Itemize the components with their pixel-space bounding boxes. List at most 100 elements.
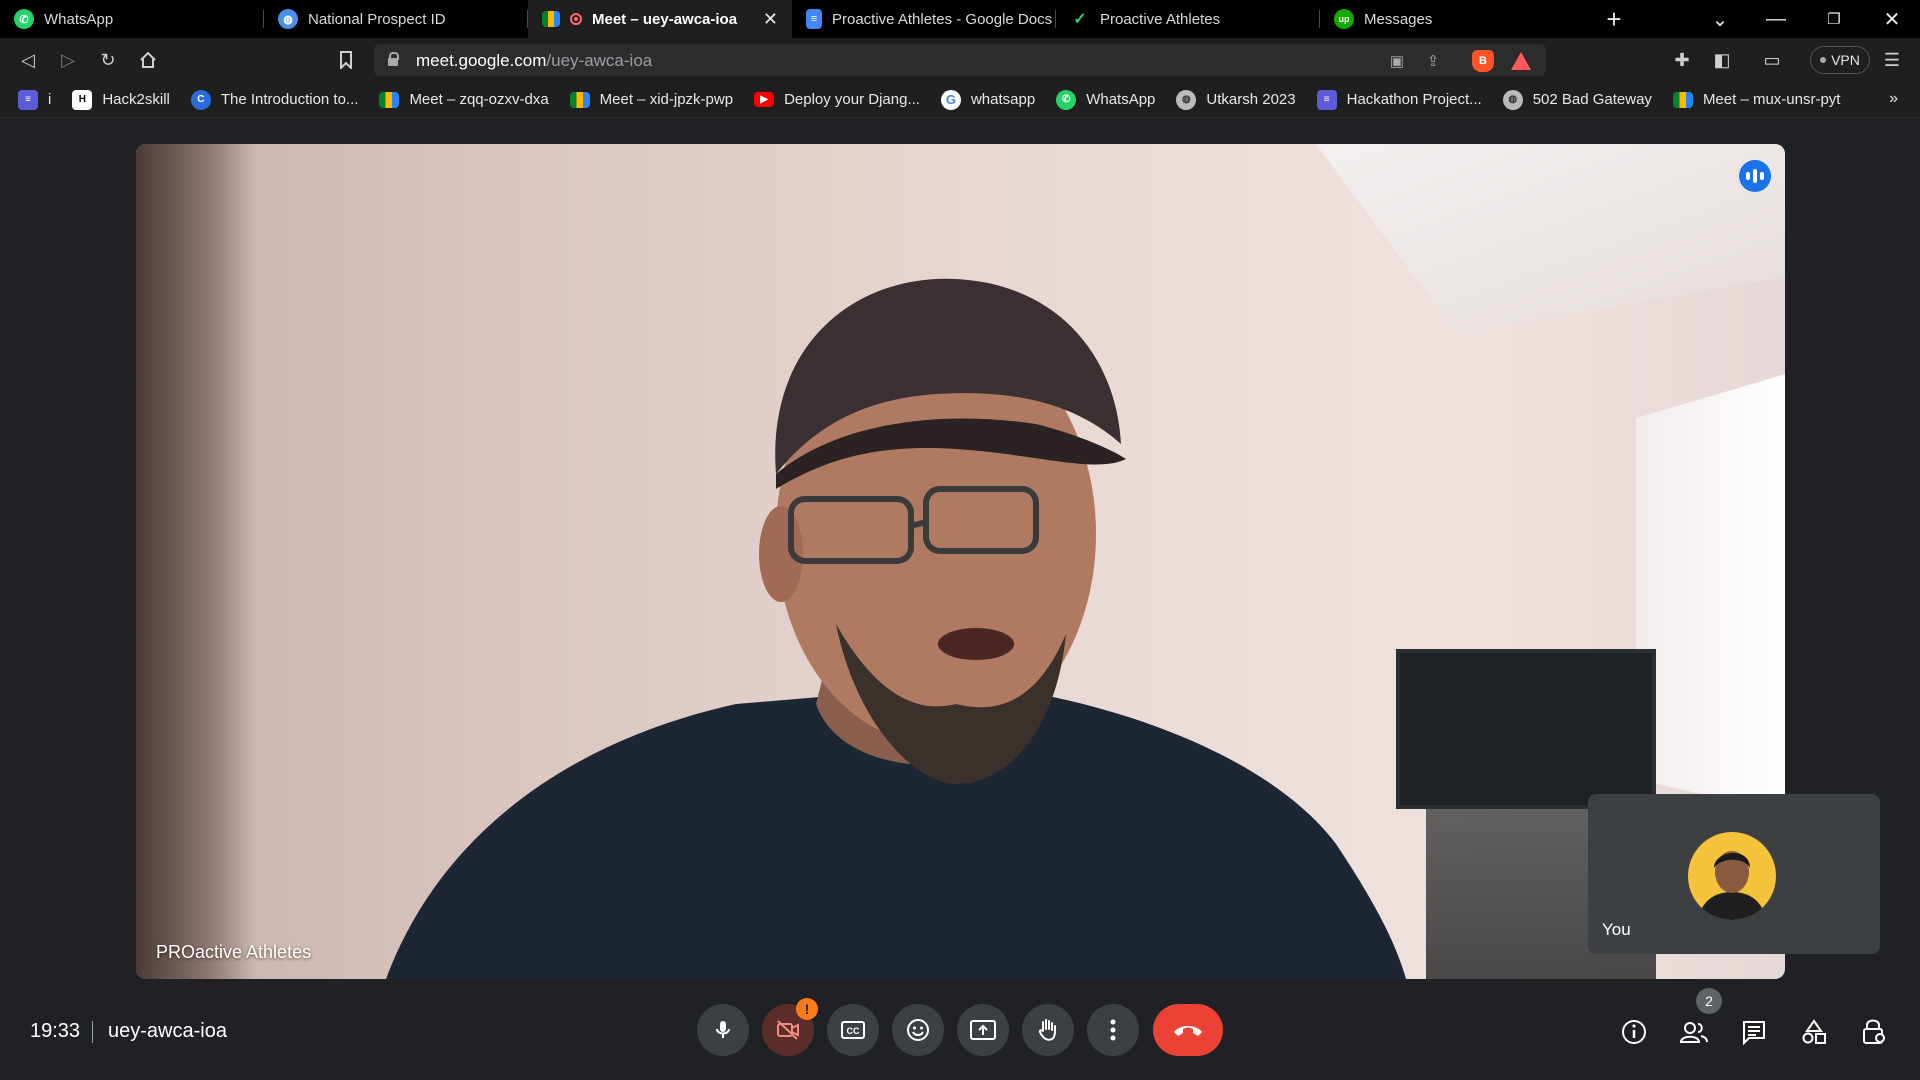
speaker-video-tile[interactable]: PROactive Athletes bbox=[136, 144, 1785, 979]
globe-icon: ◍ bbox=[1502, 89, 1523, 110]
bookmark-item[interactable]: Gwhatsapp bbox=[940, 89, 1035, 110]
tab-whatsapp[interactable]: ✆ WhatsApp bbox=[0, 0, 264, 38]
avatar bbox=[1688, 832, 1776, 920]
minimize-icon: — bbox=[1766, 7, 1786, 30]
tab-national-prospect-id[interactable]: ◍ National Prospect ID bbox=[264, 0, 528, 38]
tab-title: Proactive Athletes - Google Docs bbox=[832, 10, 1053, 28]
end-call-icon bbox=[1174, 1026, 1202, 1036]
microphone-button[interactable] bbox=[697, 1004, 749, 1056]
share-icon[interactable]: ⇪ bbox=[1422, 50, 1444, 72]
present-icon bbox=[970, 1020, 996, 1040]
bookmark-button[interactable] bbox=[332, 46, 360, 74]
vpn-status-icon bbox=[1820, 57, 1827, 63]
emoji-icon bbox=[907, 1019, 929, 1041]
tab-title: Proactive Athletes bbox=[1100, 10, 1221, 28]
raise-hand-button[interactable] bbox=[1022, 1004, 1074, 1056]
brave-rewards-icon[interactable] bbox=[1510, 50, 1532, 72]
more-options-button[interactable] bbox=[1087, 1004, 1139, 1056]
whatsapp-icon: ✆ bbox=[1056, 89, 1077, 110]
google-meet-icon bbox=[1672, 91, 1693, 108]
lock-person-icon bbox=[1863, 1019, 1885, 1044]
tab-search-button[interactable]: ⌄ bbox=[1700, 0, 1740, 38]
bookmark-item[interactable]: ✆ WhatsApp bbox=[1056, 89, 1155, 110]
reactions-button[interactable] bbox=[892, 1004, 944, 1056]
bookmark-item[interactable]: ≡ Hackathon Project... bbox=[1316, 89, 1482, 110]
google-meet-icon bbox=[569, 91, 590, 108]
activities-button[interactable] bbox=[1794, 1012, 1834, 1052]
google-docs-icon: ≡ bbox=[806, 9, 822, 29]
tab-title: Messages bbox=[1364, 10, 1433, 28]
bookmark-item[interactable]: ▶ Deploy your Djang... bbox=[754, 91, 920, 108]
leave-call-button[interactable] bbox=[1153, 1004, 1223, 1056]
captions-button[interactable]: CC bbox=[827, 1004, 879, 1056]
self-view-tile[interactable]: You bbox=[1588, 794, 1880, 954]
host-controls-button[interactable] bbox=[1854, 1012, 1894, 1052]
camera-off-icon bbox=[777, 1020, 799, 1040]
self-name-label: You bbox=[1602, 920, 1631, 939]
close-tab-icon[interactable]: ✕ bbox=[763, 9, 778, 30]
bookmark-item[interactable]: H Hack2skill bbox=[72, 89, 170, 110]
reload-button[interactable]: ↻ bbox=[94, 46, 122, 74]
raise-hand-icon bbox=[1038, 1019, 1056, 1041]
sidebar-icon: ◧ bbox=[1713, 49, 1731, 70]
tab-title: Meet – uey-awca-ioa bbox=[592, 10, 738, 28]
vpn-button[interactable]: VPN bbox=[1810, 46, 1870, 74]
tab-proactive-athletes[interactable]: ✓ Proactive Athletes bbox=[1056, 0, 1320, 38]
tab-google-docs[interactable]: ≡ Proactive Athletes - Google Docs bbox=[792, 0, 1056, 38]
bookmarks-bar: ≡ i H Hack2skill C The Introduction to... M… bbox=[0, 82, 1920, 118]
list-icon: ≡ bbox=[1316, 89, 1337, 110]
captions-icon: CC bbox=[841, 1021, 865, 1039]
more-bookmarks-button[interactable]: » bbox=[1889, 90, 1898, 108]
google-meet-icon bbox=[542, 11, 560, 27]
avatar-image bbox=[1698, 851, 1766, 920]
camera-blocked-icon[interactable]: ▣ bbox=[1386, 50, 1408, 72]
bookmark-item[interactable]: Meet – xid-jpzk-pwp bbox=[569, 91, 733, 108]
bookmark-item[interactable]: ≡ i bbox=[18, 89, 51, 110]
extensions-button[interactable]: ✚ bbox=[1668, 46, 1696, 74]
participant-count-badge: 2 bbox=[1696, 988, 1722, 1014]
hamburger-menu-icon: ☰ bbox=[1883, 49, 1901, 70]
meeting-clock: 19:33 bbox=[30, 1020, 81, 1042]
forward-button[interactable]: ▷ bbox=[54, 46, 82, 74]
minimize-button[interactable]: — bbox=[1756, 0, 1796, 38]
speaking-indicator-icon bbox=[1739, 160, 1771, 192]
back-arrow-icon: ◁ bbox=[21, 49, 35, 70]
bookmark-item[interactable]: Meet – zqq-ozxv-dxa bbox=[379, 91, 549, 108]
bookmark-item[interactable]: Meet – mux-unsr-pyt bbox=[1672, 91, 1840, 108]
chat-icon bbox=[1743, 1021, 1765, 1045]
restore-button[interactable]: ❐ bbox=[1814, 0, 1854, 38]
chevron-down-icon: ⌄ bbox=[1711, 8, 1729, 31]
chat-button[interactable] bbox=[1734, 1012, 1774, 1052]
whatsapp-icon: ✆ bbox=[14, 9, 34, 29]
globe-icon: ◍ bbox=[278, 9, 298, 29]
url-text: meet.google.com/uey-awca-ioa bbox=[416, 51, 653, 70]
address-bar[interactable]: meet.google.com/uey-awca-ioa ▣ ⇪ B bbox=[374, 44, 1546, 76]
back-button[interactable]: ◁ bbox=[14, 46, 42, 74]
meeting-code: uey-awca-ioa bbox=[108, 1020, 227, 1042]
menu-button[interactable]: ☰ bbox=[1878, 46, 1906, 74]
meeting-details-button[interactable] bbox=[1614, 1012, 1654, 1052]
wallet-button[interactable]: ▭ bbox=[1758, 46, 1786, 74]
info-icon bbox=[1622, 1020, 1646, 1044]
bookmark-item[interactable]: ◍ 502 Bad Gateway bbox=[1502, 89, 1652, 110]
close-window-button[interactable]: ✕ bbox=[1872, 0, 1912, 38]
more-vert-icon bbox=[1110, 1019, 1116, 1041]
call-controls-bar: 19:33 uey-awca-ioa ! CC 2 bbox=[0, 980, 1920, 1080]
forward-arrow-icon: ▷ bbox=[61, 49, 75, 70]
shapes-icon bbox=[1802, 1019, 1826, 1044]
bookmark-item[interactable]: C The Introduction to... bbox=[190, 89, 358, 110]
close-icon: ✕ bbox=[1883, 8, 1901, 31]
bookmark-item[interactable]: ◍ Utkarsh 2023 bbox=[1176, 89, 1296, 110]
tab-google-meet[interactable]: Meet – uey-awca-ioa ✕ bbox=[528, 0, 792, 38]
present-screen-button[interactable] bbox=[957, 1004, 1009, 1056]
people-button[interactable] bbox=[1674, 1012, 1714, 1052]
home-button[interactable] bbox=[134, 46, 162, 74]
new-tab-button[interactable]: + bbox=[1594, 0, 1634, 38]
brave-shields-icon[interactable]: B bbox=[1472, 50, 1494, 72]
svg-text:CC: CC bbox=[847, 1026, 860, 1036]
sidebar-button[interactable]: ◧ bbox=[1708, 46, 1736, 74]
camera-button[interactable]: ! bbox=[762, 998, 818, 1056]
speaker-video-image bbox=[386, 278, 1406, 979]
home-icon bbox=[140, 51, 156, 68]
tab-messages[interactable]: up Messages bbox=[1320, 0, 1584, 38]
